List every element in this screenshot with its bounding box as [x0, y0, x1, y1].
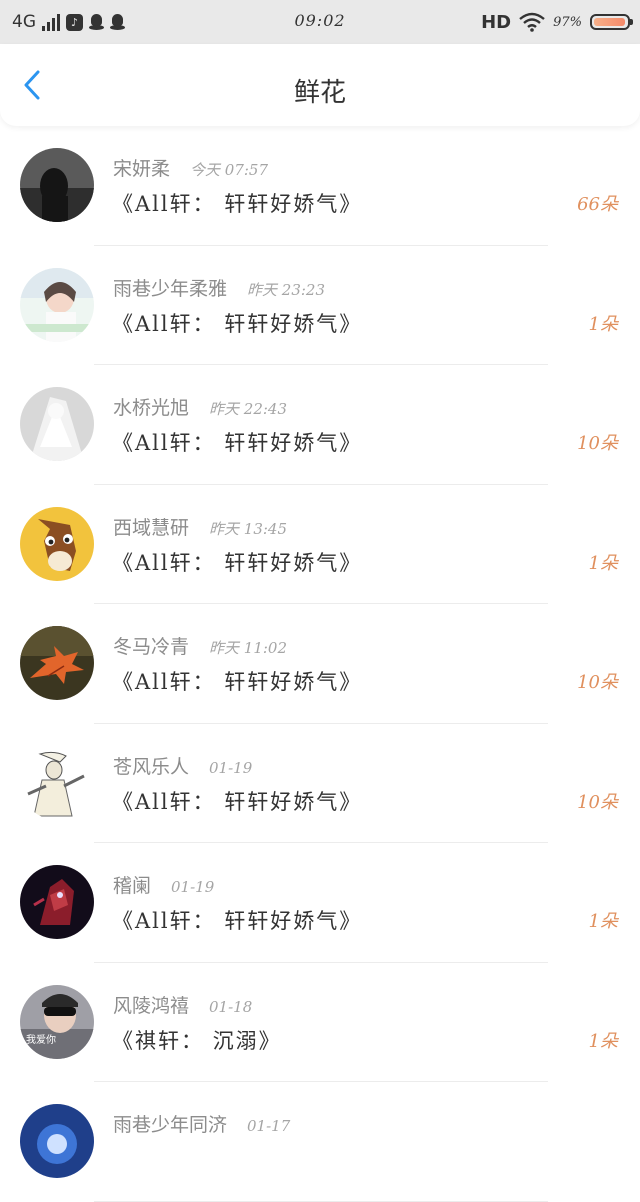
sender-name: 宋妍柔	[113, 158, 171, 180]
flower-count: 1朵	[588, 911, 618, 932]
flower-gift-list: 宋妍柔 今天 07:57 《All轩： 轩轩好娇气》 66朵雨巷少年柔雅 昨天 23:2…	[0, 126, 640, 1202]
sender-name: 冬马冷青	[113, 636, 190, 658]
avatar[interactable]	[20, 506, 94, 581]
sender-line: 西域慧研 昨天 13:45	[113, 513, 287, 541]
sender-name: 雨巷少年同济	[113, 1114, 228, 1136]
flower-count: 66朵	[577, 194, 618, 215]
sender-line: 苍风乐人 01-19	[113, 752, 252, 780]
avatar[interactable]	[20, 387, 94, 461]
sender-line: 宋妍柔 今天 07:57	[113, 154, 268, 182]
sender-line: 水桥光旭 昨天 22:43	[113, 393, 287, 421]
sender-line: 稽阑 01-19	[113, 871, 214, 899]
avatar[interactable]	[20, 148, 94, 222]
work-title: 《祺轩： 沉溺》	[112, 1028, 282, 1053]
timestamp: 01-17	[247, 1117, 291, 1135]
sender-name: 水桥光旭	[113, 397, 190, 419]
sender-name: 风陵鸿禧	[113, 994, 190, 1017]
flower-count: 1朵	[588, 552, 618, 574]
timestamp: 昨天 23:23	[247, 280, 326, 299]
sender-line: 雨巷少年柔雅 昨天 23:23	[113, 274, 325, 302]
list-item[interactable]: 宋妍柔 今天 07:57 《All轩： 轩轩好娇气》 66朵	[0, 126, 640, 246]
list-item[interactable]: 水桥光旭 昨天 22:43 《All轩： 轩轩好娇气》 10朵	[0, 365, 640, 485]
sender-line: 风陵鸿禧 01-18	[113, 991, 252, 1019]
battery-icon	[590, 14, 633, 30]
timestamp: 昨天 22:43	[209, 400, 288, 418]
work-title: 《All轩： 轩轩好娇气》	[112, 192, 363, 216]
list-item[interactable]: 稽阑 01-19 《All轩： 轩轩好娇气》 1朵	[0, 843, 640, 963]
divider	[94, 1200, 548, 1202]
avatar[interactable]: 我爱你	[20, 984, 94, 1059]
avatar[interactable]	[20, 267, 94, 342]
avatar[interactable]	[20, 865, 94, 939]
sender-name: 雨巷少年柔雅	[113, 277, 228, 300]
sender-name: 苍风乐人	[113, 755, 190, 778]
list-item[interactable]: 西域慧研 昨天 13:45 《All轩： 轩轩好娇气》 1朵	[0, 485, 640, 604]
wifi-icon	[519, 12, 545, 32]
timestamp: 01-19	[209, 758, 253, 777]
flower-count: 1朵	[588, 1030, 618, 1052]
timestamp: 昨天 13:45	[209, 519, 288, 538]
battery-percent: 97%	[553, 14, 582, 30]
hd-indicator: HD	[481, 11, 512, 33]
list-item[interactable]: 我爱你 风陵鸿禧 01-18 《祺轩： 沉溺》 1朵	[0, 963, 640, 1082]
work-title: 《All轩： 轩轩好娇气》	[112, 789, 363, 814]
sender-name: 稽阑	[113, 875, 152, 897]
work-title: 《All轩： 轩轩好娇气》	[112, 670, 363, 694]
work-title: 《All轩： 轩轩好娇气》	[112, 431, 363, 455]
timestamp: 昨天 11:02	[209, 639, 288, 657]
sender-line: 冬马冷青 昨天 11:02	[113, 632, 287, 660]
flower-count: 10朵	[577, 672, 618, 693]
avatar[interactable]	[20, 745, 94, 820]
list-item[interactable]: 苍风乐人 01-19 《All轩： 轩轩好娇气》 10朵	[0, 724, 640, 843]
flower-count: 10朵	[577, 791, 618, 813]
timestamp: 01-19	[171, 878, 215, 896]
sender-name: 西域慧研	[113, 516, 190, 539]
list-item[interactable]: 雨巷少年同济 01-17	[0, 1082, 640, 1202]
status-bar: 4G ♪ 09:02 HD 97%	[0, 0, 640, 44]
list-item[interactable]: 冬马冷青 昨天 11:02 《All轩： 轩轩好娇气》 10朵	[0, 604, 640, 724]
work-title: 《All轩： 轩轩好娇气》	[112, 311, 363, 336]
flower-count: 10朵	[577, 433, 618, 454]
svg-text:我爱你: 我爱你	[26, 1033, 56, 1046]
timestamp: 今天 07:57	[190, 161, 269, 179]
avatar[interactable]	[20, 1104, 94, 1178]
status-right: HD 97%	[481, 10, 633, 34]
nav-bar: 鲜花	[0, 44, 640, 126]
page-title: 鲜花	[293, 78, 346, 108]
flower-count: 1朵	[588, 313, 618, 335]
work-title: 《All轩： 轩轩好娇气》	[112, 909, 363, 933]
sender-line: 雨巷少年同济 01-17	[113, 1110, 290, 1138]
timestamp: 01-18	[209, 997, 253, 1016]
list-item[interactable]: 雨巷少年柔雅 昨天 23:23 《All轩： 轩轩好娇气》 1朵	[0, 246, 640, 365]
avatar[interactable]	[20, 626, 94, 700]
work-title: 《All轩： 轩轩好娇气》	[112, 550, 363, 575]
